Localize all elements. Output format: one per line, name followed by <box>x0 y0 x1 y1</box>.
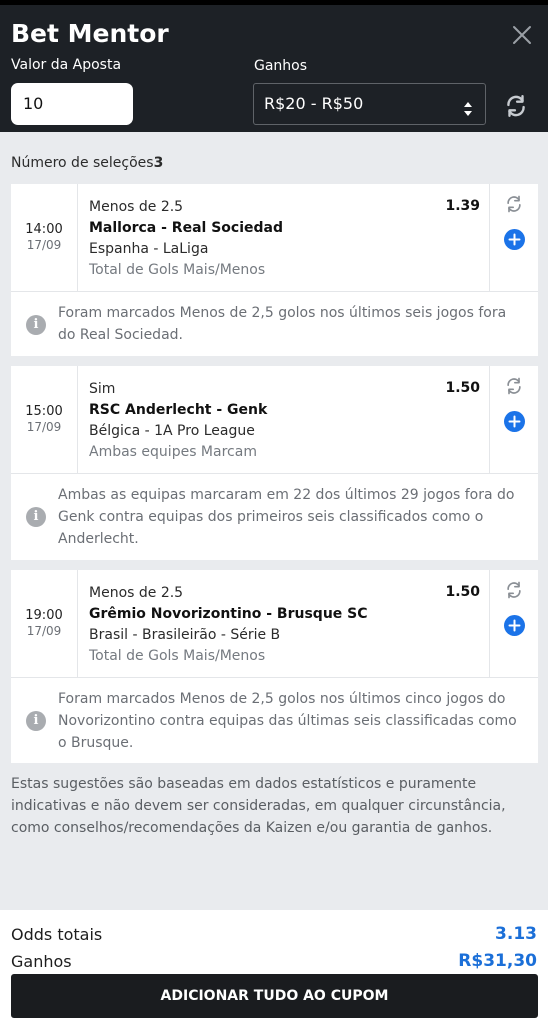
selection-count: Número de seleções3 <box>11 155 163 171</box>
disclaimer: Estas sugestões são baseadas em dados es… <box>11 776 506 836</box>
match-name: Grêmio Novorizontino - Brusque SC <box>89 606 368 622</box>
bet-type: Total de Gols Mais/Menos <box>89 262 266 278</box>
selection-card: 14:00 17/09 Menos de 2.5 Mallorca - Real… <box>11 184 538 356</box>
note-text: Foram marcados Menos de 2,5 golos nos úl… <box>58 691 517 751</box>
add-all-to-coupon-button[interactable]: ADICIONAR TUDO AO CUPOM <box>11 974 538 1018</box>
plus-circle-icon[interactable] <box>504 229 525 250</box>
odds: 1.50 <box>445 584 480 600</box>
total-odds-label: Odds totais <box>11 925 103 944</box>
odds: 1.50 <box>445 380 480 396</box>
market: Sim <box>89 381 116 397</box>
match-time: 19:00 17/09 <box>11 570 78 678</box>
info-icon: i <box>26 711 46 731</box>
plus-circle-icon[interactable] <box>504 411 525 432</box>
bet-type: Ambas equipes Marcam <box>89 444 257 460</box>
winnings-range-select[interactable]: R$20 - R$50 <box>253 83 486 125</box>
stake-label: Valor da Aposta <box>11 57 122 73</box>
total-odds-value: 3.13 <box>495 924 537 944</box>
match-name: Mallorca - Real Sociedad <box>89 220 283 236</box>
note-text: Ambas as equipas marcaram em 22 dos últi… <box>58 487 515 547</box>
odds: 1.39 <box>445 198 480 214</box>
bet-type: Total de Gols Mais/Menos <box>89 648 266 664</box>
caret-updown-icon <box>463 94 473 134</box>
info-icon: i <box>26 507 46 527</box>
match-time: 15:00 17/09 <box>11 366 78 474</box>
footer: Odds totais 3.13 Ganhos R$31,30 ADICIONA… <box>0 910 548 1024</box>
winnings-total-value: R$31,30 <box>458 951 537 971</box>
market: Menos de 2.5 <box>89 199 184 215</box>
selection-card: 19:00 17/09 Menos de 2.5 Grêmio Novorizo… <box>11 570 538 763</box>
league: Espanha - LaLiga <box>89 241 209 257</box>
selection-card: 15:00 17/09 Sim RSC Anderlecht - Genk Bé… <box>11 366 538 560</box>
info-icon: i <box>26 315 46 335</box>
selection-count-label: Número de seleções <box>11 155 154 171</box>
refresh-icon[interactable] <box>503 93 529 119</box>
match-name: RSC Anderlecht - Genk <box>89 402 268 418</box>
page-title: Bet Mentor <box>11 19 169 48</box>
winnings-total-label: Ganhos <box>11 952 72 971</box>
selection-count-value: 3 <box>153 155 164 171</box>
match-time: 14:00 17/09 <box>11 184 78 292</box>
match-date: 17/09 <box>26 420 62 434</box>
match-hour: 19:00 <box>25 608 63 623</box>
winnings-label: Ganhos <box>254 58 308 74</box>
stake-input[interactable]: 10 <box>11 83 133 125</box>
header: Bet Mentor Valor da Aposta 10 Ganhos R$2… <box>0 0 548 132</box>
league: Brasil - Brasileirão - Série B <box>89 627 281 643</box>
match-hour: 15:00 <box>25 404 63 419</box>
note-text: Foram marcados Menos de 2,5 golos nos úl… <box>58 305 507 343</box>
league: Bélgica - 1A Pro League <box>89 423 255 439</box>
close-icon[interactable] <box>510 23 534 47</box>
refresh-icon[interactable] <box>504 376 524 396</box>
winnings-range-value: R$20 - R$50 <box>264 94 364 113</box>
plus-circle-icon[interactable] <box>504 615 525 636</box>
refresh-icon[interactable] <box>504 194 524 214</box>
refresh-icon[interactable] <box>504 580 524 600</box>
match-date: 17/09 <box>26 624 62 638</box>
match-date: 17/09 <box>26 238 62 252</box>
market: Menos de 2.5 <box>89 585 184 601</box>
match-hour: 14:00 <box>25 222 63 237</box>
